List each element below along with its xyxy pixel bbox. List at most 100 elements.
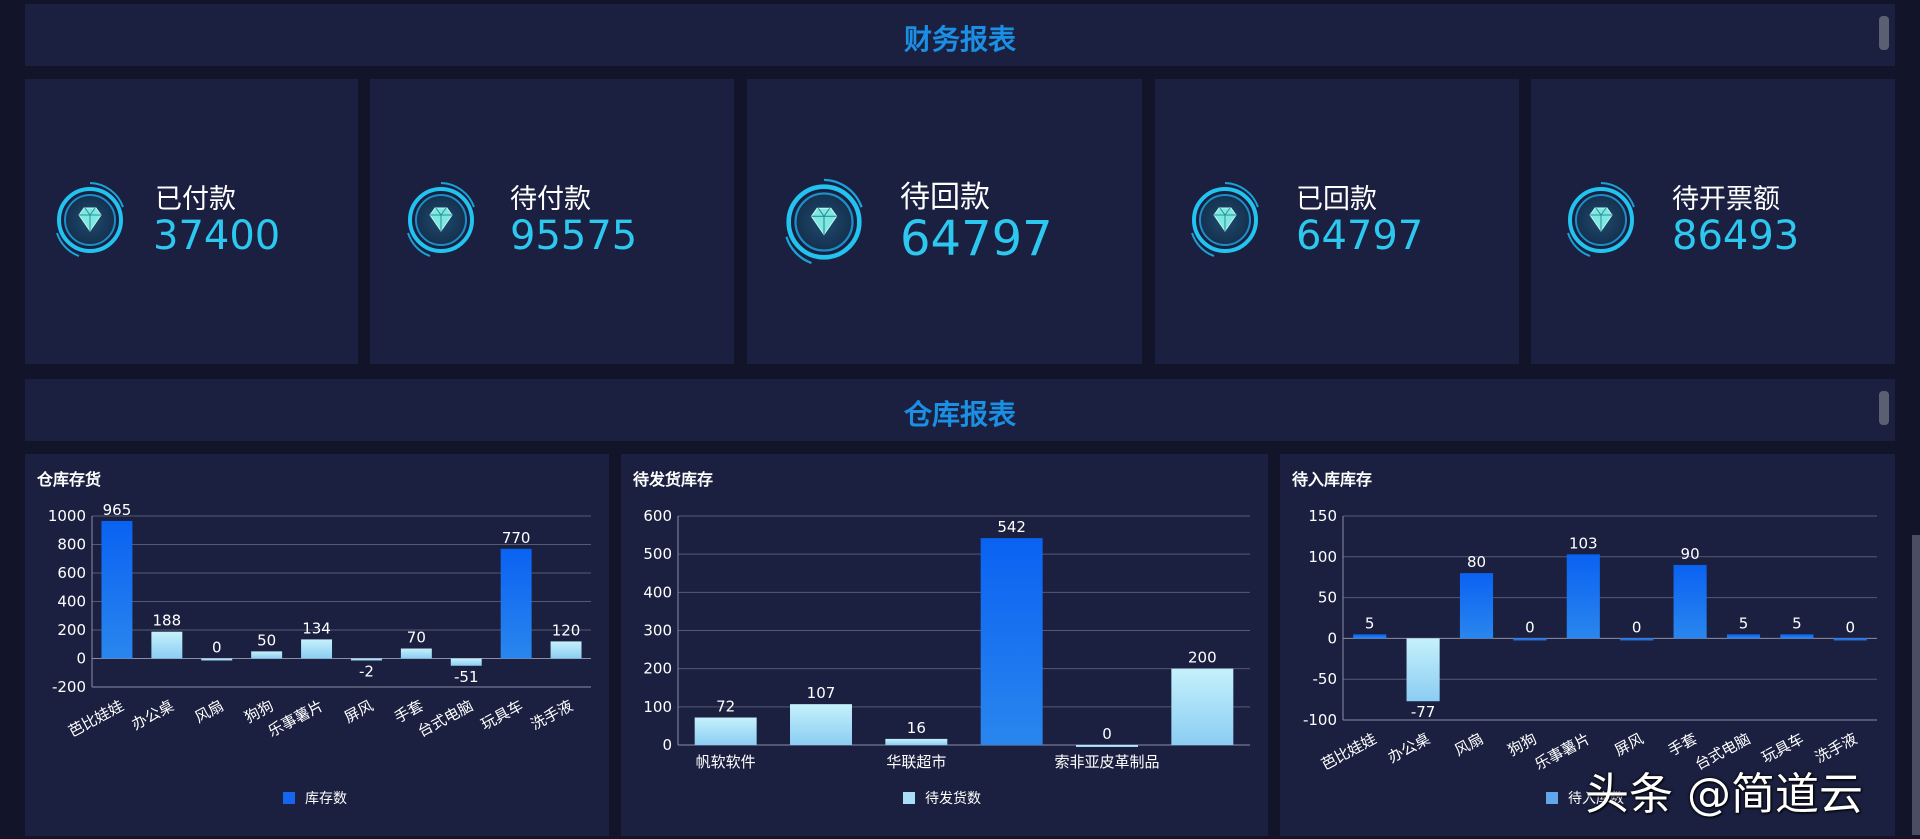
bar [301,639,333,659]
warehouse-scroll-thumb[interactable] [1879,391,1889,425]
x-tick-label: 芭比娃娃 [1318,730,1379,774]
bar [1833,638,1867,641]
y-tick-label: 400 [57,593,86,611]
data-label: 5 [1739,614,1749,632]
diamond-icon [1191,182,1259,257]
data-label: 103 [1569,534,1598,552]
kpi-card-payable: 待付款 95575 [370,79,734,364]
y-tick-label: 150 [1308,507,1337,525]
diamond-icon [407,182,475,257]
bar [1673,564,1707,639]
x-tick-label: 风扇 [1451,730,1486,760]
kpi-value: 37400 [153,213,281,259]
data-label: 0 [1525,618,1535,636]
kpi-value: 64797 [1296,213,1424,259]
bar [790,704,852,745]
data-label: 107 [807,684,836,702]
data-label: 90 [1681,545,1700,563]
data-label: 0 [1102,725,1112,743]
legend-label: 库存数 [305,791,347,807]
chart-panel-stock: 仓库存货 -200 0 200 400 600 800 1000 965 芭比娃娃 188 办公桌 0… [25,454,609,836]
bar [151,631,183,659]
x-tick-label: 办公桌 [1385,730,1433,767]
data-label: 70 [407,629,426,647]
y-tick-label: 400 [643,583,672,601]
y-tick-label: 200 [57,621,86,639]
y-tick-label: 600 [57,564,86,582]
x-tick-label: 玩具车 [478,697,526,734]
kpi-value: 64797 [900,211,1053,267]
bar [450,658,482,666]
bar [201,658,233,661]
x-tick-label: 狗狗 [1505,730,1540,760]
legend-swatch [283,792,295,804]
x-tick-label: 乐事薯片 [265,697,326,741]
bar [251,651,283,659]
data-label: -77 [1411,703,1436,721]
page-scrollbar[interactable] [1912,535,1920,835]
kpi-label: 待回款 [900,180,990,215]
y-tick-label: -50 [1313,670,1338,688]
y-tick-label: 600 [643,507,672,525]
legend-swatch [903,792,915,804]
x-tick-label: 乐事薯片 [1532,730,1593,774]
kpi-card-paid: 已付款 37400 [25,79,358,364]
data-label: 0 [1632,618,1642,636]
kpi-label: 待付款 [510,184,591,215]
bar [101,520,133,659]
x-tick-label: 手套 [1665,730,1700,760]
x-tick-label: 台式电脑 [415,697,476,741]
y-tick-label: 100 [643,698,672,716]
bar [1171,668,1234,745]
x-tick-label: 屏风 [341,697,376,727]
data-label: 5 [1792,614,1802,632]
bar [980,538,1043,745]
watermark: 头条 @简道云 [1585,769,1863,820]
data-label: -2 [359,663,374,681]
x-tick-label: 芭比娃娃 [65,697,126,741]
bar [885,738,948,745]
legend-label: 待发货数 [925,790,981,807]
kpi-card-invoice: 待开票额 86493 [1531,79,1895,364]
diamond-icon [785,178,863,265]
bar [1076,745,1138,747]
data-label: 5 [1365,614,1375,632]
warehouse-section-header: 仓库报表 [25,379,1895,441]
legend-swatch [1546,792,1558,804]
bar [1566,554,1600,639]
bar [550,641,582,659]
data-label: 0 [1846,618,1856,636]
bar [1459,573,1494,639]
kpi-value: 95575 [510,213,638,259]
bar [1353,634,1387,639]
kpi-label: 待开票额 [1672,184,1780,215]
y-tick-label: 0 [1327,629,1337,647]
kpi-label: 已回款 [1296,184,1377,215]
x-tick-label: 屏风 [1612,730,1647,760]
x-tick-label: 索非亚皮革制品 [1054,753,1159,771]
chart-panel-pending-shipment: 待发货库存 0 100 200 300 400 500 600 72 帆软软件 107 16 华联超市… [621,454,1268,836]
data-label: 50 [257,631,276,649]
bar [400,648,432,659]
bar [350,658,382,661]
y-tick-label: 50 [1318,589,1337,607]
finance-section-header: 财务报表 [25,4,1895,66]
kpi-value: 86493 [1672,213,1800,259]
data-label: 0 [212,639,222,657]
data-label: 16 [907,719,926,737]
y-tick-label: -100 [1303,711,1337,729]
y-tick-label: 100 [1308,548,1337,566]
finance-scroll-thumb[interactable] [1879,16,1889,50]
data-label: 542 [997,518,1026,536]
data-label: 188 [153,612,182,630]
kpi-label: 已付款 [155,184,236,215]
bar [1620,638,1654,641]
y-tick-label: 200 [643,660,672,678]
x-tick-label: 华联超市 [886,753,946,771]
data-label: 80 [1467,553,1486,571]
y-tick-label: 0 [662,736,672,754]
x-tick-label: 风扇 [192,697,227,727]
y-tick-label: 500 [643,545,672,563]
data-label: 72 [716,698,735,716]
data-label: 965 [103,501,132,519]
